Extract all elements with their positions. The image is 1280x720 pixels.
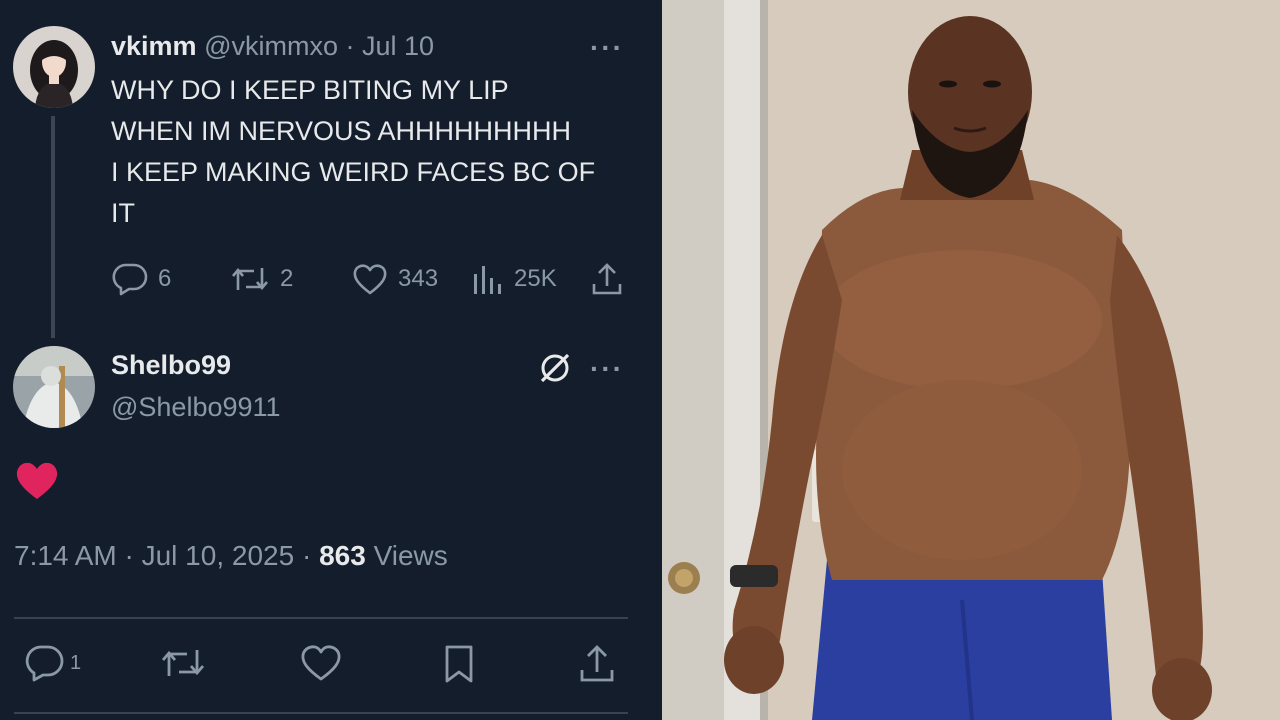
views-button[interactable]: 25K	[472, 262, 557, 296]
bookmark-button[interactable]	[442, 644, 476, 684]
tweet-text-line: I KEEP MAKING WEIRD FACES BC OF	[111, 157, 596, 187]
reply-meta: 7:14 AM · Jul 10, 2025 · 863 Views	[14, 540, 448, 572]
bottom-reply-count: 1	[70, 651, 82, 674]
reply-count: 6	[158, 265, 172, 292]
reply-button[interactable]: 6	[112, 262, 171, 296]
view-count: 25K	[514, 265, 557, 292]
reply-views-label: Views	[373, 540, 448, 571]
share-icon	[592, 263, 622, 295]
tweet-text-line: IT	[111, 198, 135, 228]
reply-icon	[112, 263, 148, 296]
reply-icon	[25, 645, 64, 682]
tweet-panel: vkimm @vkimmxo · Jul 10 ··· WHY DO I KEE…	[0, 0, 662, 720]
reply-author-name[interactable]: Shelbo99	[111, 350, 231, 381]
bookmark-icon	[445, 645, 473, 683]
tweet-text-line: WHEN IM NERVOUS AHHHHHHHHH	[111, 116, 572, 146]
divider-bottom	[14, 712, 628, 714]
repost-button[interactable]: 2	[230, 262, 293, 296]
bottom-repost-button[interactable]	[160, 644, 206, 682]
grok-icon[interactable]	[537, 350, 573, 391]
share-icon	[580, 645, 614, 682]
repost-icon	[161, 650, 205, 676]
bottom-share-button[interactable]	[578, 644, 616, 684]
tweet-header: vkimm @vkimmxo · Jul 10	[111, 31, 434, 62]
bottom-like-button[interactable]	[300, 644, 342, 682]
reply-author-handle[interactable]: @Shelbo9911	[111, 392, 281, 423]
reply-view-count: 863	[319, 540, 366, 571]
photo-illustration	[662, 0, 1280, 720]
thread-line	[51, 116, 55, 338]
tweet-date[interactable]: Jul 10	[362, 31, 434, 61]
meta-separator: ·	[301, 540, 312, 571]
divider-top	[14, 617, 628, 619]
tweet-text: WHY DO I KEEP BITING MY LIP WHEN IM NERV…	[111, 70, 641, 234]
tweet-text-line: WHY DO I KEEP BITING MY LIP	[111, 75, 509, 105]
heart-outline-icon	[301, 645, 341, 681]
bottom-reply-button[interactable]: 1	[24, 644, 81, 682]
repost-count: 2	[280, 265, 294, 292]
share-button[interactable]	[590, 262, 624, 296]
reply-timestamp[interactable]: 7:14 AM · Jul 10, 2025	[14, 540, 294, 571]
analytics-icon	[474, 266, 501, 294]
vkimm-avatar[interactable]	[13, 26, 95, 108]
shirtless-man-photo	[662, 0, 1280, 720]
reply-more-options-icon[interactable]: ···	[590, 355, 624, 383]
like-count: 343	[398, 265, 439, 292]
red-heart-icon	[15, 461, 59, 506]
shelbo-avatar[interactable]	[13, 346, 95, 428]
header-separator: ·	[345, 31, 355, 61]
more-options-icon[interactable]: ···	[590, 34, 624, 62]
tweet-author-name[interactable]: vkimm	[111, 31, 197, 61]
tweet-author-handle[interactable]: @vkimmxo	[204, 31, 338, 61]
repost-icon	[232, 267, 268, 291]
like-button[interactable]: 343	[352, 262, 438, 296]
heart-outline-icon	[353, 264, 387, 295]
